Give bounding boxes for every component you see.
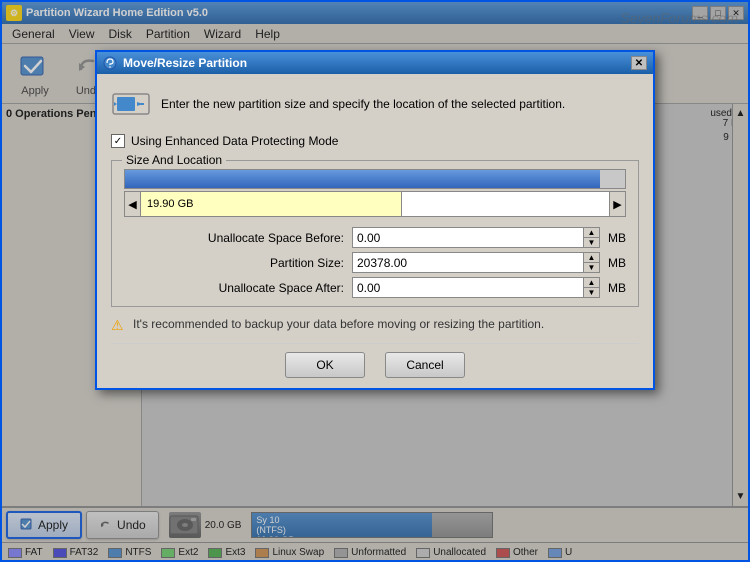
app-window: ⚙ Partition Wizard Home Edition v5.0 _ □…	[0, 0, 750, 562]
warning-text: It's recommended to backup your data bef…	[133, 317, 544, 331]
ok-button[interactable]: OK	[285, 352, 365, 378]
field3-input-wrap[interactable]: ▲ ▼	[352, 277, 600, 298]
field1-label: Unallocate Space Before:	[184, 231, 344, 245]
field1-spin-down[interactable]: ▼	[584, 238, 599, 247]
field2-spin: ▲ ▼	[583, 253, 599, 272]
group-legend: Size And Location	[122, 153, 226, 167]
dialog-description: Enter the new partition size and specify…	[161, 97, 565, 111]
field1-input-wrap[interactable]: ▲ ▼	[352, 227, 600, 248]
viz-filled-bar	[125, 170, 600, 188]
dialog-title-icon	[103, 56, 117, 70]
field3-spin-up[interactable]: ▲	[584, 278, 599, 288]
checkbox-row: ✓ Using Enhanced Data Protecting Mode	[111, 134, 639, 148]
dialog-title-left: Move/Resize Partition	[103, 56, 247, 70]
warning-row: ⚠ It's recommended to backup your data b…	[111, 317, 639, 333]
field2-input[interactable]	[353, 253, 583, 272]
field3-unit: MB	[608, 281, 626, 295]
field1-spin: ▲ ▼	[583, 228, 599, 247]
field2-label: Partition Size:	[184, 256, 344, 270]
field2-spin-down[interactable]: ▼	[584, 263, 599, 272]
field3-label: Unallocate Space After:	[184, 281, 344, 295]
dialog-title: Move/Resize Partition	[123, 56, 247, 70]
dialog-body: Enter the new partition size and specify…	[97, 74, 653, 388]
field1-unit: MB	[608, 231, 626, 245]
dialog: Move/Resize Partition ✕	[95, 50, 655, 390]
cancel-button[interactable]: Cancel	[385, 352, 465, 378]
field3-spin-down[interactable]: ▼	[584, 288, 599, 297]
viz-track	[124, 169, 626, 189]
dialog-buttons: OK Cancel	[111, 343, 639, 378]
viz-drag-row: ◀ 19.90 GB ▶	[124, 191, 626, 217]
field3-input[interactable]	[353, 278, 583, 297]
dialog-header: Enter the new partition size and specify…	[111, 84, 639, 124]
size-location-group: Size And Location ◀ 19.90 GB	[111, 160, 639, 307]
form-grid: Unallocate Space Before: ▲ ▼ MB Partitio…	[184, 227, 626, 298]
field2-spin-up[interactable]: ▲	[584, 253, 599, 263]
field2-input-wrap[interactable]: ▲ ▼	[352, 252, 600, 273]
dialog-title-bar: Move/Resize Partition ✕	[97, 52, 653, 74]
warning-icon: ⚠	[111, 317, 127, 333]
partition-size-text: 19.90 GB	[147, 198, 193, 210]
field3-spin: ▲ ▼	[583, 278, 599, 297]
dialog-close-button[interactable]: ✕	[631, 56, 647, 70]
ok-label: OK	[316, 358, 333, 372]
dialog-main-icon	[111, 84, 151, 124]
cancel-label: Cancel	[406, 358, 443, 372]
viz-empty	[402, 192, 609, 216]
enhanced-mode-checkbox[interactable]: ✓	[111, 134, 125, 148]
partition-viz: ◀ 19.90 GB ▶	[124, 169, 626, 217]
field2-unit: MB	[608, 256, 626, 270]
viz-left-arrow[interactable]: ◀	[125, 192, 141, 216]
field1-input[interactable]	[353, 228, 583, 247]
modal-overlay: Move/Resize Partition ✕	[2, 2, 748, 560]
field1-spin-up[interactable]: ▲	[584, 228, 599, 238]
partition-size-label: 19.90 GB	[141, 192, 402, 216]
checkbox-label: Using Enhanced Data Protecting Mode	[131, 134, 338, 148]
viz-right-arrow[interactable]: ▶	[609, 192, 625, 216]
